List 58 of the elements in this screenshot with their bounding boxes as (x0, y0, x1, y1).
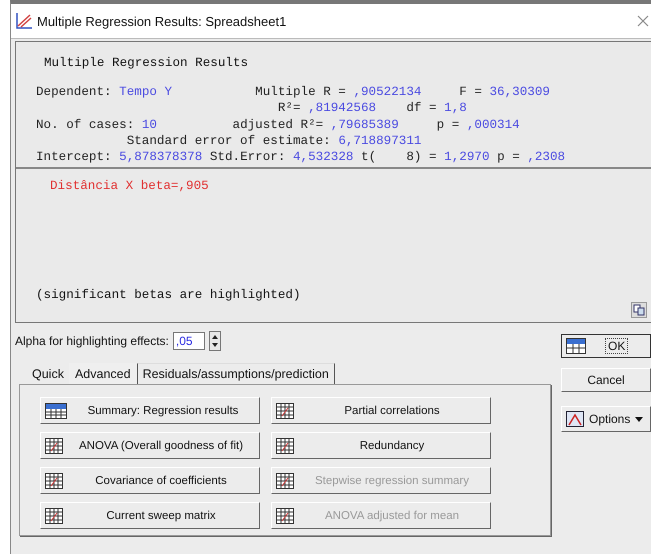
table-icon (276, 438, 294, 454)
stat-value: ,81942568 (308, 101, 376, 116)
stat-value: 6,718897311 (338, 134, 422, 148)
dropdown-caret-icon (635, 416, 644, 422)
stat-label: Std.Error: (208, 150, 286, 164)
analysis-button[interactable]: Partial correlations (271, 397, 491, 424)
stat-value: 1,2970 (444, 150, 490, 164)
table-icon (45, 508, 63, 524)
tab[interactable]: Residuals/assumptions/prediction (136, 363, 335, 384)
stat-label: R²= (276, 101, 302, 116)
table-icon (276, 402, 294, 418)
table-icon (45, 438, 63, 454)
analysis-button[interactable]: Summary: Regression results (40, 397, 260, 424)
stat-value: 4,532328 (292, 150, 354, 164)
summary-table-icon (45, 402, 67, 418)
stat-label: Multiple R = (254, 85, 347, 99)
close-icon[interactable] (637, 15, 649, 27)
cancel-button[interactable]: Cancel (561, 368, 651, 392)
stat-value: 10 (142, 118, 157, 132)
stat-label: F = (458, 85, 483, 99)
stat-label: Dependent: (36, 85, 113, 99)
alpha-field[interactable]: ,05 (172, 332, 205, 350)
analysis-button[interactable]: Redundancy (271, 432, 491, 459)
stat-value: 1,8 (444, 101, 467, 116)
copy-icon[interactable] (631, 302, 647, 318)
tab[interactable]: Quick (27, 364, 69, 384)
stat-value: 36,30309 (490, 85, 550, 99)
analysis-button[interactable]: Current sweep matrix (40, 502, 260, 529)
chart-icon (15, 12, 33, 30)
window-title: Multiple Regression Results: Spreadsheet1 (37, 14, 288, 28)
stat-label: Intercept: (36, 150, 113, 164)
stat-label: adjusted R²= (232, 118, 324, 132)
highlighted-beta: Distância X beta=,905 (50, 179, 210, 194)
stat-label: Standard error of estimate: (126, 134, 332, 148)
table-icon (276, 472, 294, 488)
analysis-button[interactable]: ANOVA (Overall goodness of fit) (40, 432, 260, 459)
stat-value: Tempo Y (119, 85, 172, 99)
stat-label: p = (496, 150, 521, 164)
stat-label: df = (405, 101, 438, 116)
options-button[interactable]: Options (561, 406, 651, 432)
results-note: (significant betas are highlighted) (36, 288, 302, 302)
spinner-icon[interactable] (208, 331, 221, 351)
analysis-button[interactable]: Covariance of coefficients (40, 467, 260, 494)
ok-button[interactable]: OK (561, 334, 651, 358)
stat-label: No. of cases: (36, 118, 136, 132)
alpha-label: Alpha for highlighting effects: (15, 334, 169, 348)
stat-label: t( 8) = (360, 150, 438, 164)
picture-icon (566, 411, 584, 427)
stat-value: ,79685389 (330, 118, 399, 132)
stat-value: ,2308 (527, 150, 566, 164)
stat-value: ,000314 (466, 118, 520, 132)
results-heading: Multiple Regression Results (44, 56, 250, 70)
summary-table-icon (566, 338, 586, 354)
table-icon (276, 508, 294, 524)
stat-value: 5,878378378 (119, 150, 202, 164)
stat-label: p = (436, 118, 460, 132)
table-icon (45, 472, 63, 488)
stat-value: ,90522134 (353, 85, 422, 99)
